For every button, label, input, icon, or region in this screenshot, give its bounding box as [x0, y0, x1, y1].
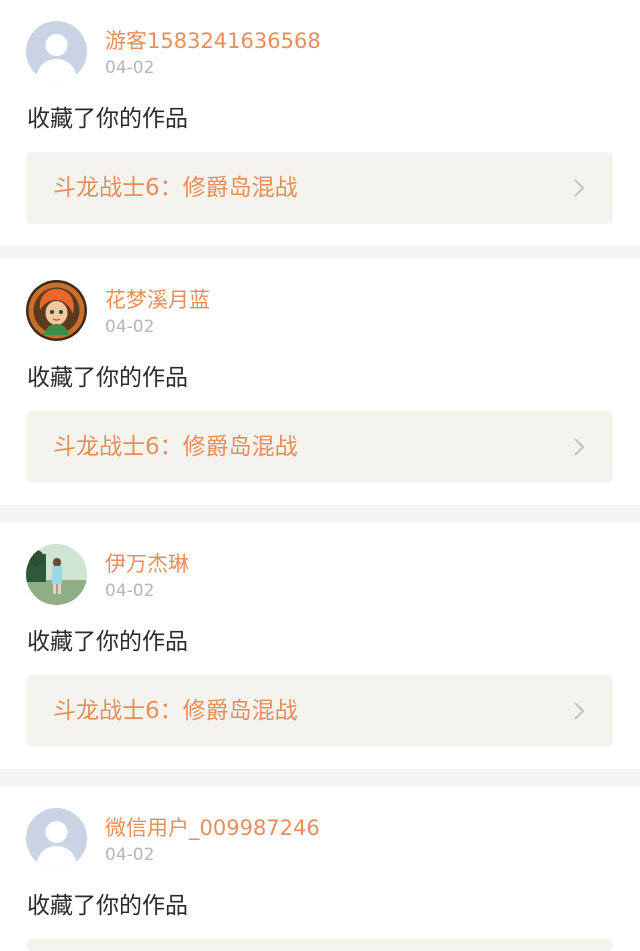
notification-card: 游客1583241636568 04-02 收藏了你的作品 斗龙战士6：修爵岛混… [0, 0, 640, 246]
username[interactable]: 伊万杰琳 [105, 549, 189, 579]
default-avatar-icon[interactable] [26, 21, 87, 82]
notification-card: 伊万杰琳 04-02 收藏了你的作品 斗龙战士6：修爵岛混战 [0, 523, 640, 769]
chevron-right-icon [574, 179, 585, 197]
chevron-right-icon [574, 438, 585, 456]
cartoon-girl-avatar[interactable] [26, 280, 87, 341]
photo-avatar[interactable] [26, 544, 87, 605]
chevron-right-icon [574, 702, 585, 720]
notification-card: 花梦溪月蓝 04-02 收藏了你的作品 斗龙战士6：修爵岛混战 [0, 259, 640, 505]
work-link-button[interactable] [26, 939, 613, 951]
timestamp: 04-02 [105, 58, 155, 78]
timestamp: 04-02 [105, 581, 155, 601]
timestamp: 04-02 [105, 317, 155, 337]
username[interactable]: 游客1583241636568 [105, 26, 321, 56]
work-link-button[interactable]: 斗龙战士6：修爵岛混战 [26, 411, 613, 483]
notification-message: 收藏了你的作品 [27, 893, 188, 919]
notification-message: 收藏了你的作品 [27, 365, 188, 391]
work-title: 斗龙战士6：修爵岛混战 [53, 698, 298, 724]
notification-card: 微信用户_009987246 04-02 收藏了你的作品 [0, 787, 640, 951]
work-link-button[interactable]: 斗龙战士6：修爵岛混战 [26, 675, 613, 747]
default-avatar-icon[interactable] [26, 808, 87, 869]
username[interactable]: 微信用户_009987246 [105, 813, 320, 843]
notification-message: 收藏了你的作品 [27, 629, 188, 655]
timestamp: 04-02 [105, 845, 155, 865]
notification-feed: 游客1583241636568 04-02 收藏了你的作品 斗龙战士6：修爵岛混… [0, 0, 640, 951]
username[interactable]: 花梦溪月蓝 [105, 285, 210, 315]
work-link-button[interactable]: 斗龙战士6：修爵岛混战 [26, 152, 613, 224]
work-title: 斗龙战士6：修爵岛混战 [53, 434, 298, 460]
notification-message: 收藏了你的作品 [27, 106, 188, 132]
work-title: 斗龙战士6：修爵岛混战 [53, 175, 298, 201]
